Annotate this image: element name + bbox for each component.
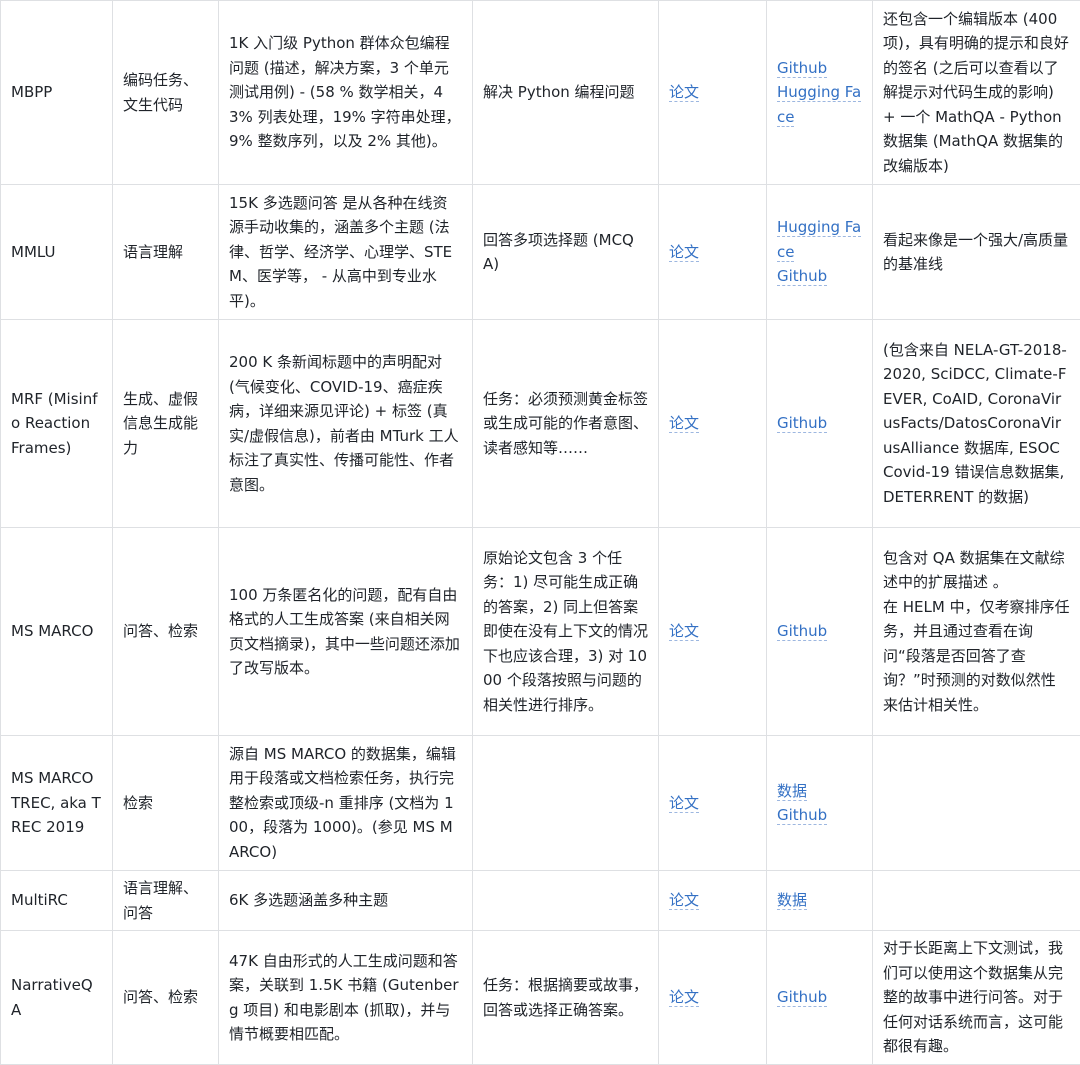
description-cell: 47K 自由形式的人工生成问题和答案，关联到 1.5K 书籍 (Gutenber… [219,931,473,1065]
task-cell: 任务：必须预测黄金标签或生成可能的作者意图、读者感知等…… [473,320,659,528]
description-cell: 200 K 条新闻标题中的声明配对 (气候变化、COVID-19、癌症疾病，详细… [219,320,473,528]
links-cell: 数据 Github [767,736,873,871]
links-cell: Hugging Face Github [767,185,873,320]
capability-cell: 检索 [113,736,219,871]
resource-link[interactable]: 数据 [777,891,807,910]
note-text: 对于长距离上下文测试，我们可以使用这个数据集从完整的故事中进行问答。对于任何对话… [883,936,1070,1059]
description-cell: 源自 MS MARCO 的数据集，编辑用于段落或文档检索任务，执行完整检索或顶级… [219,736,473,871]
resource-link[interactable]: Github [777,59,827,78]
dataset-table: MBPP编码任务、文生代码1K 入门级 Python 群体众包编程问题 (描述，… [0,0,1080,1065]
note-text: 看起来像是一个强大/高质量的基准线 [883,228,1070,277]
capability-cell: 编码任务、文生代码 [113,1,219,185]
capability-cell: 语言理解、问答 [113,871,219,931]
capability-cell: 生成、虚假信息生成能力 [113,320,219,528]
task-cell: 解决 Python 编程问题 [473,1,659,185]
links-cell: Github [767,528,873,736]
dataset-name-cell: MRF (Misinfo Reaction Frames) [1,320,113,528]
notes-cell: 包含对 QA 数据集在文献综述中的扩展描述 。在 HELM 中，仅考察排序任务，… [873,528,1080,736]
dataset-name-cell: MS MARCO [1,528,113,736]
capability-cell: 语言理解 [113,185,219,320]
table-row: MBPP编码任务、文生代码1K 入门级 Python 群体众包编程问题 (描述，… [1,1,1080,185]
resource-link[interactable]: Github [777,414,827,433]
note-text: 在 HELM 中，仅考察排序任务，并且通过查看在询问“段落是否回答了查询？”时预… [883,595,1070,718]
description-cell: 100 万条匿名化的问题，配有自由格式的人工生成答案 (来自相关网页文档摘录)，… [219,528,473,736]
table-row: MS MARCO TREC, aka TREC 2019检索源自 MS MARC… [1,736,1080,871]
paper-cell: 论文 [659,871,767,931]
resource-link[interactable]: Github [777,988,827,1007]
task-cell [473,736,659,871]
dataset-name-cell: MS MARCO TREC, aka TREC 2019 [1,736,113,871]
paper-cell: 论文 [659,528,767,736]
description-cell: 6K 多选题涵盖多种主题 [219,871,473,931]
resource-link[interactable]: Hugging Face [777,218,861,262]
resource-link[interactable]: Hugging Face [777,83,861,127]
links-cell: Github [767,931,873,1065]
notes-cell: 看起来像是一个强大/高质量的基准线 [873,185,1080,320]
paper-cell: 论文 [659,736,767,871]
table-row: MRF (Misinfo Reaction Frames)生成、虚假信息生成能力… [1,320,1080,528]
notes-cell [873,871,1080,931]
notes-cell: 还包含一个编辑版本 (400 项)，具有明确的提示和良好的签名 (之后可以查看以… [873,1,1080,185]
resource-link[interactable]: Github [777,267,827,286]
note-text: (包含来自 NELA-GT-2018-2020, SciDCC, Climate… [883,338,1070,510]
paper-link[interactable]: 论文 [669,243,699,262]
resource-link[interactable]: 数据 [777,782,807,801]
note-text: 包含对 QA 数据集在文献综述中的扩展描述 。 [883,546,1070,595]
paper-cell: 论文 [659,185,767,320]
paper-link[interactable]: 论文 [669,794,699,813]
notes-cell [873,736,1080,871]
links-cell: Github Hugging Face [767,1,873,185]
resource-link[interactable]: Github [777,806,827,825]
paper-link[interactable]: 论文 [669,414,699,433]
paper-link[interactable]: 论文 [669,83,699,102]
links-cell: 数据 [767,871,873,931]
task-cell: 回答多项选择题 (MCQA) [473,185,659,320]
table-row: MultiRC语言理解、问答6K 多选题涵盖多种主题 论文 数据 [1,871,1080,931]
paper-link[interactable]: 论文 [669,622,699,641]
note-text: 还包含一个编辑版本 (400 项)，具有明确的提示和良好的签名 (之后可以查看以… [883,7,1070,179]
paper-link[interactable]: 论文 [669,988,699,1007]
resource-link[interactable]: Github [777,622,827,641]
task-cell: 任务：根据摘要或故事，回答或选择正确答案。 [473,931,659,1065]
notes-cell: 对于长距离上下文测试，我们可以使用这个数据集从完整的故事中进行问答。对于任何对话… [873,931,1080,1065]
capability-cell: 问答、检索 [113,931,219,1065]
paper-cell: 论文 [659,320,767,528]
table-row: MMLU语言理解15K 多选题问答 是从各种在线资源手动收集的，涵盖多个主题 (… [1,185,1080,320]
task-cell [473,871,659,931]
notes-cell: (包含来自 NELA-GT-2018-2020, SciDCC, Climate… [873,320,1080,528]
description-cell: 1K 入门级 Python 群体众包编程问题 (描述，解决方案，3 个单元测试用… [219,1,473,185]
description-cell: 15K 多选题问答 是从各种在线资源手动收集的，涵盖多个主题 (法律、哲学、经济… [219,185,473,320]
paper-cell: 论文 [659,1,767,185]
table-row: MS MARCO问答、检索100 万条匿名化的问题，配有自由格式的人工生成答案 … [1,528,1080,736]
links-cell: Github [767,320,873,528]
dataset-name-cell: NarrativeQA [1,931,113,1065]
table-row: NarrativeQA问答、检索47K 自由形式的人工生成问题和答案，关联到 1… [1,931,1080,1065]
task-cell: 原始论文包含 3 个任务：1) 尽可能生成正确的答案，2) 同上但答案即使在没有… [473,528,659,736]
capability-cell: 问答、检索 [113,528,219,736]
dataset-name-cell: MMLU [1,185,113,320]
paper-link[interactable]: 论文 [669,891,699,910]
dataset-name-cell: MBPP [1,1,113,185]
table-body: MBPP编码任务、文生代码1K 入门级 Python 群体众包编程问题 (描述，… [1,1,1080,1065]
paper-cell: 论文 [659,931,767,1065]
dataset-name-cell: MultiRC [1,871,113,931]
